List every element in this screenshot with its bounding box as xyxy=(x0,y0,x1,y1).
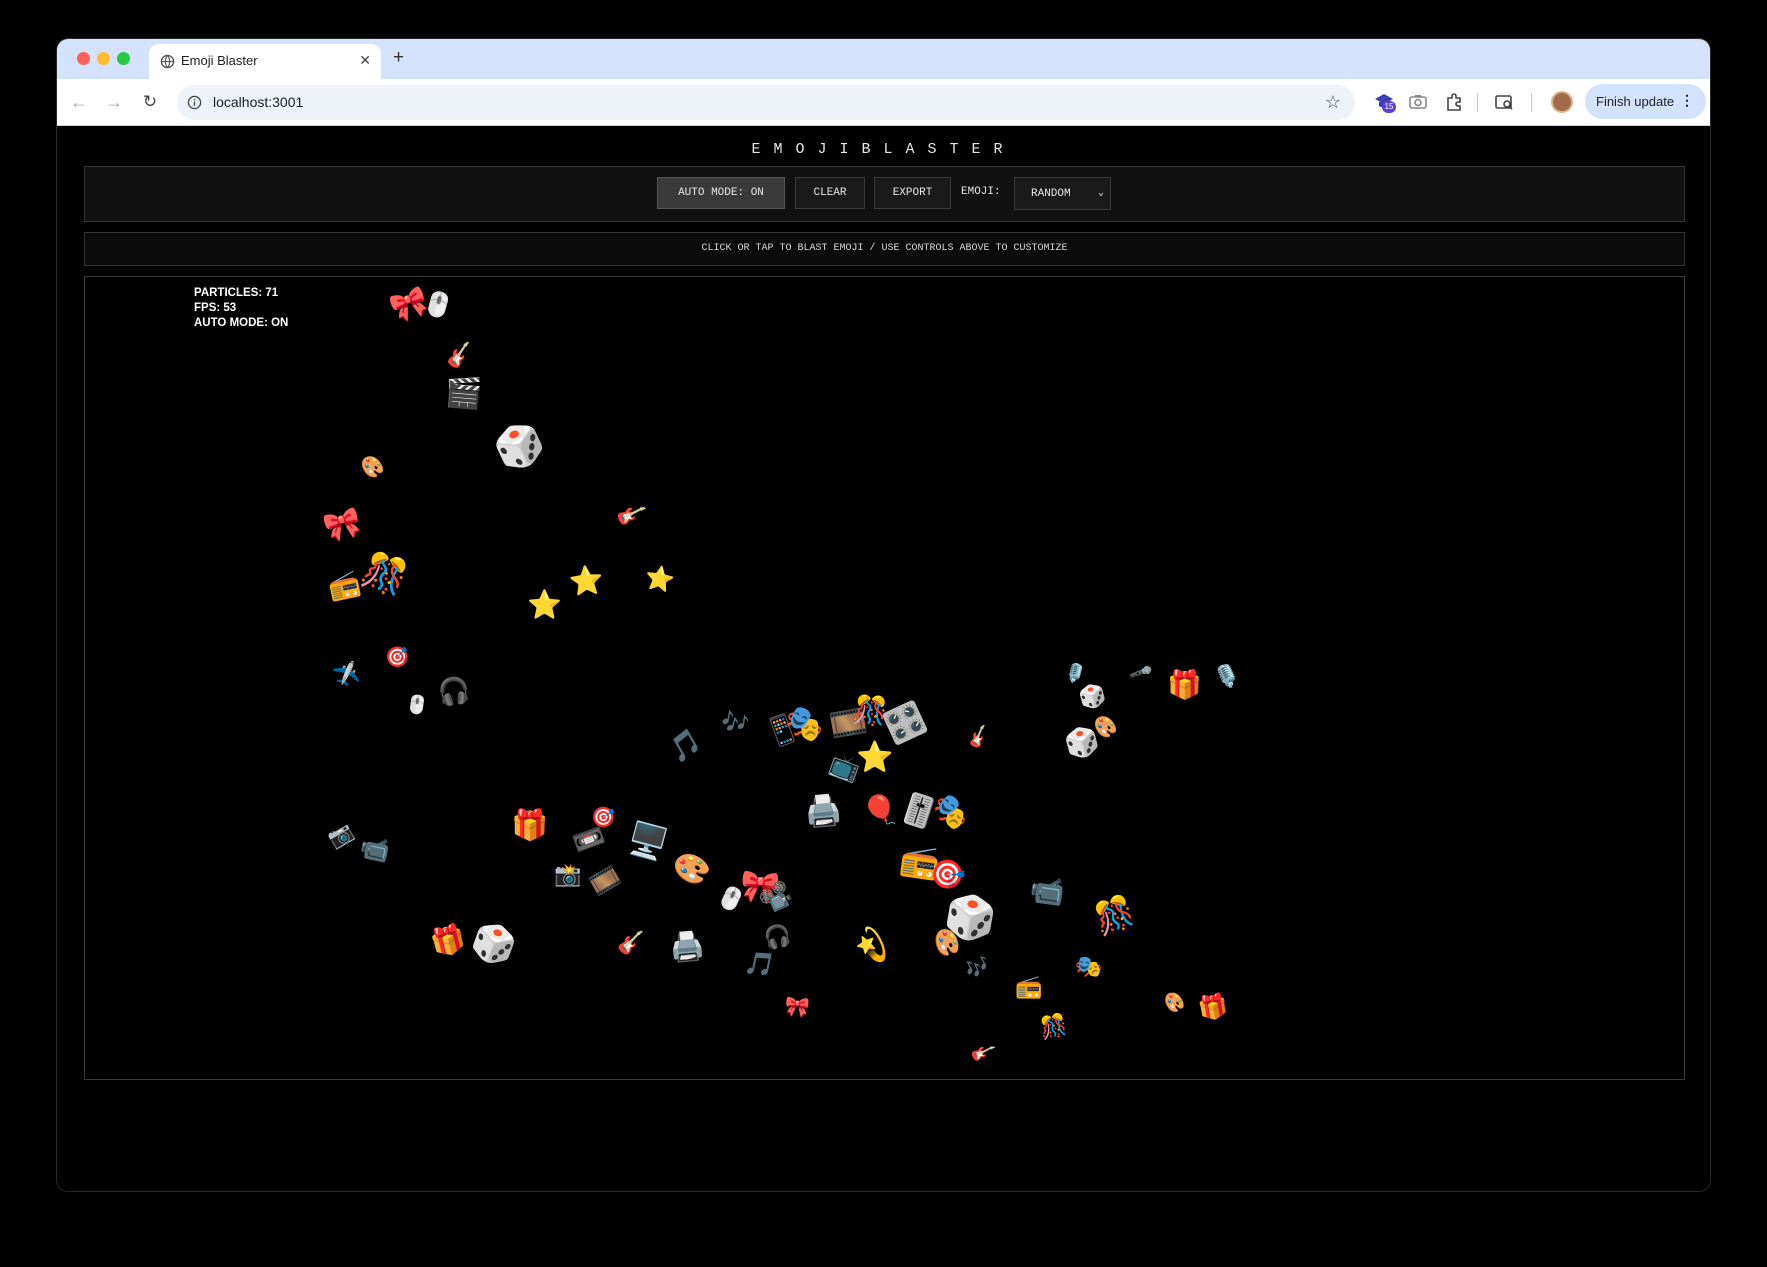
clear-button[interactable]: CLEAR xyxy=(795,177,865,209)
emoji-particle: 🎸 xyxy=(617,931,645,956)
chevron-down-icon: ⌄ xyxy=(1097,188,1104,199)
emoji-particle: 🎵 xyxy=(742,947,778,981)
close-tab-icon[interactable]: ✕ xyxy=(359,52,371,69)
reload-button[interactable]: ↻ xyxy=(138,90,162,114)
emoji-particle: 🎀 xyxy=(784,993,811,1021)
page-content: EMOJIBLASTER AUTO MODE: ON CLEAR EXPORT … xyxy=(57,126,1710,1191)
extension-icon[interactable]: 15 xyxy=(1373,91,1396,113)
more-menu-icon[interactable]: ⋮ xyxy=(1680,92,1694,109)
emoji-particle: 🎲 xyxy=(487,415,553,479)
finish-update-label: Finish update xyxy=(1596,94,1675,109)
emoji-select-value: RANDOM xyxy=(1031,188,1071,200)
emoji-particle: 🎨 xyxy=(1160,990,1188,1017)
emoji-particle: 📹 xyxy=(357,832,393,866)
new-tab-button[interactable]: + xyxy=(393,47,404,69)
emoji-particle: 🎤 xyxy=(1128,659,1155,686)
emoji-particle: 🎸 xyxy=(443,341,476,372)
emoji-particle: 📸 xyxy=(554,863,582,888)
tab-title: Emoji Blaster xyxy=(181,53,258,68)
emoji-particle: 📻 xyxy=(1015,975,1043,1000)
particle-count: PARTICLES: 71 xyxy=(194,287,279,299)
emoji-particle: 🖨️ xyxy=(803,792,844,831)
emoji-particle: 🎧 xyxy=(761,922,794,953)
close-window-button[interactable] xyxy=(77,52,90,65)
emoji-particle: 🎨 xyxy=(358,453,387,481)
emoji-particle: 🎈 xyxy=(858,790,903,833)
tab-search-icon[interactable] xyxy=(1493,91,1515,113)
emoji-particle: 🎭 xyxy=(1073,953,1104,982)
forward-button[interactable]: → xyxy=(102,90,126,114)
controls-panel: AUTO MODE: ON CLEAR EXPORT EMOJI: RANDOM… xyxy=(84,166,1685,222)
camera-icon[interactable] xyxy=(1407,91,1429,113)
emoji-particle: ⭐ xyxy=(567,562,606,599)
browser-window: Emoji Blaster ✕ + ← → ↻ localhost:3001 ☆… xyxy=(56,38,1711,1192)
toolbar-divider xyxy=(1531,93,1532,112)
site-info-icon[interactable] xyxy=(187,95,202,110)
emoji-particle: ⭐ xyxy=(527,588,562,621)
auto-mode-status: AUTO MODE: ON xyxy=(194,317,289,329)
tab-emoji-blaster[interactable]: Emoji Blaster ✕ xyxy=(149,44,381,79)
bookmark-star-icon[interactable]: ☆ xyxy=(1325,92,1341,113)
maximize-window-button[interactable] xyxy=(117,52,130,65)
emoji-particle: 🎶 xyxy=(961,950,994,984)
instructions-bar: CLICK OR TAP TO BLAST EMOJI / USE CONTRO… xyxy=(84,232,1685,266)
minimize-window-button[interactable] xyxy=(97,52,110,65)
emoji-select[interactable]: RANDOM ⌄ xyxy=(1014,177,1111,210)
emoji-particle: 🎙️ xyxy=(1211,663,1242,692)
emoji-particle: 🎲 xyxy=(1076,681,1110,714)
emoji-particle: 🎙️ xyxy=(1059,658,1090,689)
emoji-particle: 🖱️ xyxy=(404,693,430,718)
emoji-particle: 🎁 xyxy=(511,808,549,843)
emoji-particle: 🎲 xyxy=(465,917,522,972)
emoji-particle: 🎭 xyxy=(926,787,976,837)
extensions-puzzle-icon[interactable] xyxy=(1443,91,1465,113)
emoji-particle: 🎵 xyxy=(663,724,707,768)
fps-readout: FPS: 53 xyxy=(194,302,237,314)
emoji-particle: 🖥️ xyxy=(623,817,673,865)
emoji-particle: ✈️ xyxy=(330,659,363,691)
emoji-particle: 🎁 xyxy=(1167,668,1202,701)
emoji-particle: 🎬 xyxy=(443,374,484,413)
tab-strip: Emoji Blaster ✕ + xyxy=(57,39,1710,79)
emoji-particle: 🎁 xyxy=(1195,990,1231,1024)
emoji-particle: 🎯 xyxy=(381,641,414,673)
extension-badge: 15 xyxy=(1382,101,1396,113)
emoji-particle: 🎀 xyxy=(319,503,366,548)
export-button[interactable]: EXPORT xyxy=(874,177,951,209)
emoji-particle: 🎸 xyxy=(964,723,994,752)
emoji-select-label: EMOJI: xyxy=(961,186,1001,198)
emoji-particle: 🎊 xyxy=(1088,890,1140,940)
emoji-particle: 🎁 xyxy=(427,920,470,961)
url-text[interactable]: localhost:3001 xyxy=(213,94,303,110)
emoji-particle: 📷 xyxy=(323,818,358,852)
finish-update-button[interactable]: Finish update ⋮ xyxy=(1585,84,1706,119)
emoji-particle: 🎞️ xyxy=(585,861,625,901)
emoji-particle: 🎊 xyxy=(1037,1012,1070,1043)
emoji-particle: ⭐ xyxy=(642,562,678,596)
page-title: EMOJIBLASTER xyxy=(751,141,1016,158)
profile-avatar[interactable] xyxy=(1551,91,1573,113)
back-button[interactable]: ← xyxy=(67,90,91,114)
emoji-particle: 🎶 xyxy=(718,708,751,739)
globe-icon xyxy=(160,54,175,69)
auto-mode-button[interactable]: AUTO MODE: ON xyxy=(657,177,785,209)
emoji-particle: 🎊 xyxy=(356,548,413,601)
emoji-particle: 🎲 xyxy=(1061,722,1104,763)
emoji-particle: ⭐ xyxy=(856,740,894,775)
emoji-particle: 🎧 xyxy=(436,674,473,710)
toolbar-divider xyxy=(1477,93,1478,112)
emoji-particle: 📹 xyxy=(1027,871,1068,910)
browser-toolbar: ← → ↻ localhost:3001 ☆ 15 Finish update … xyxy=(57,79,1710,126)
blast-canvas[interactable]: PARTICLES: 71 FPS: 53 AUTO MODE: ON 🎀 🖱️ 🎸… xyxy=(84,276,1685,1080)
emoji-particle: 🎭 xyxy=(780,699,830,747)
address-bar[interactable]: localhost:3001 ☆ xyxy=(177,85,1355,120)
emoji-particle: 🖨️ xyxy=(668,928,707,965)
emoji-particle: 🖱️ xyxy=(419,287,457,323)
emoji-particle: 🎨 xyxy=(671,849,715,890)
stats-overlay: PARTICLES: 71 FPS: 53 AUTO MODE: ON xyxy=(194,286,288,331)
emoji-particle: 🎸 xyxy=(613,499,649,532)
emoji-particle: 🎸 xyxy=(968,1039,997,1068)
emoji-particle: 💫 xyxy=(851,923,896,966)
